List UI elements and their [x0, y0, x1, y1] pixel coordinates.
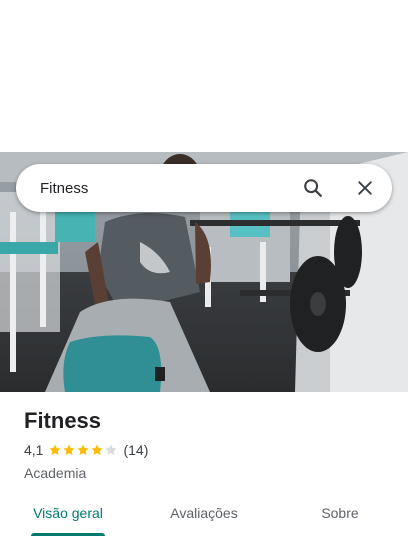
tab-label: Visão geral [33, 505, 103, 521]
close-icon[interactable] [345, 168, 385, 208]
place-details-screen: Fitness Fitness 4,1 (14) Academia Visão … [0, 0, 408, 544]
place-tabs: Visão geral Avaliações Sobre [0, 494, 408, 538]
star-filled-icon [49, 444, 62, 456]
star-filled-icon [77, 444, 90, 456]
star-filled-icon [63, 444, 76, 456]
tab-0[interactable]: Visão geral [0, 494, 136, 538]
review-count[interactable]: (14) [123, 442, 148, 458]
star-filled-icon [91, 444, 104, 456]
place-info: Fitness 4,1 (14) Academia [24, 406, 384, 482]
rating-row[interactable]: 4,1 (14) [24, 441, 384, 459]
tab-active-indicator [31, 533, 105, 536]
rating-value: 4,1 [24, 442, 44, 458]
tab-label: Sobre [321, 505, 359, 521]
search-query-text[interactable]: Fitness [40, 180, 293, 197]
tab-2[interactable]: Sobre [272, 494, 408, 538]
star-empty-icon [105, 444, 118, 456]
place-title: Fitness [24, 408, 102, 433]
search-icon[interactable] [293, 168, 333, 208]
map-blank-area[interactable] [0, 0, 408, 152]
tab-1[interactable]: Avaliações [136, 494, 272, 538]
rating-stars [48, 443, 118, 457]
search-bar[interactable]: Fitness [16, 164, 392, 212]
tab-label: Avaliações [170, 505, 238, 521]
place-category[interactable]: Academia [24, 464, 384, 482]
